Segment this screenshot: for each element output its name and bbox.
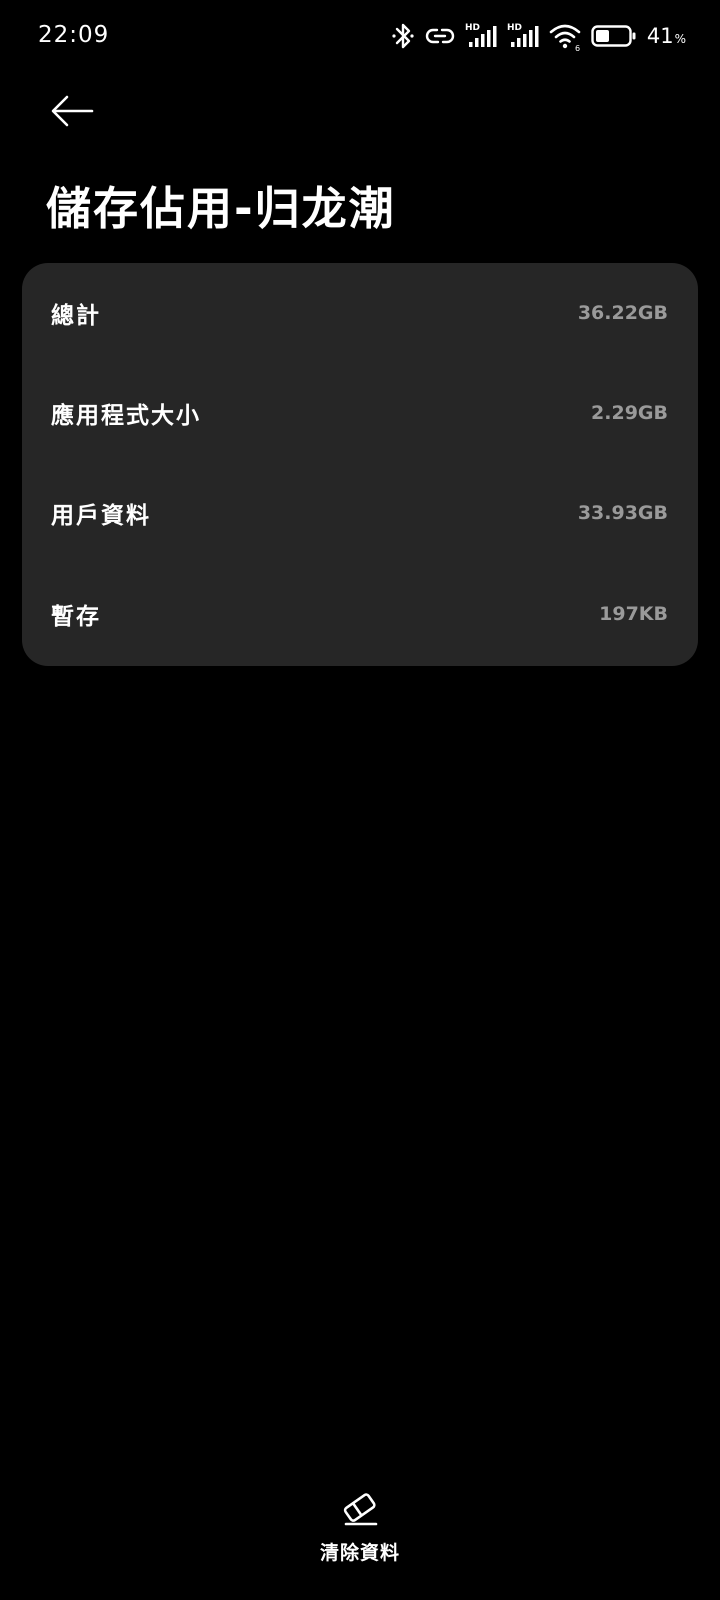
svg-text:HD: HD: [507, 23, 522, 33]
svg-text:6: 6: [575, 44, 580, 51]
row-value: 33.93GB: [577, 502, 668, 524]
eraser-icon: [340, 1490, 380, 1532]
clear-data-label: 清除資料: [319, 1542, 400, 1564]
status-bar: 22:09 HD HD 6 41 %: [0, 0, 720, 72]
signal-hd-icon: HD: [465, 21, 497, 51]
battery-percent: 41%: [646, 24, 686, 48]
signal-hd-icon: HD: [507, 21, 539, 51]
clear-data-button[interactable]: 清除資料: [300, 1490, 420, 1570]
arrow-left-icon: [50, 94, 94, 132]
storage-card: 總計 36.22GB 應用程式大小 2.29GB 用戶資料 33.93GB 暫存…: [22, 263, 698, 666]
link-icon: [425, 21, 455, 51]
storage-row-app-size: 應用程式大小 2.29GB: [22, 363, 698, 463]
row-label: 總計: [51, 303, 101, 329]
row-value: 36.22GB: [577, 302, 668, 324]
page-title: 儲存佔用-归龙潮: [46, 182, 396, 235]
status-icons: HD HD 6 41 %: [391, 20, 686, 52]
status-time: 22:09: [38, 22, 110, 48]
row-value: 2.29GB: [591, 402, 668, 424]
bluetooth-icon: [391, 21, 415, 51]
row-label: 暫存: [51, 604, 101, 630]
battery-icon: [591, 24, 637, 48]
storage-row-total: 總計 36.22GB: [22, 263, 698, 363]
storage-row-cache: 暫存 197KB: [22, 564, 698, 664]
wifi-icon: 6: [549, 21, 581, 51]
row-label: 用戶資料: [51, 503, 151, 529]
row-value: 197KB: [599, 603, 668, 625]
back-button[interactable]: [46, 90, 98, 136]
svg-text:HD: HD: [465, 23, 480, 33]
row-label: 應用程式大小: [51, 403, 201, 429]
storage-row-user-data: 用戶資料 33.93GB: [22, 463, 698, 563]
storage-usage-screen: 22:09 HD HD 6 41 % 儲存佔用-归龙潮 總計 36.22GB 應…: [0, 0, 720, 1600]
